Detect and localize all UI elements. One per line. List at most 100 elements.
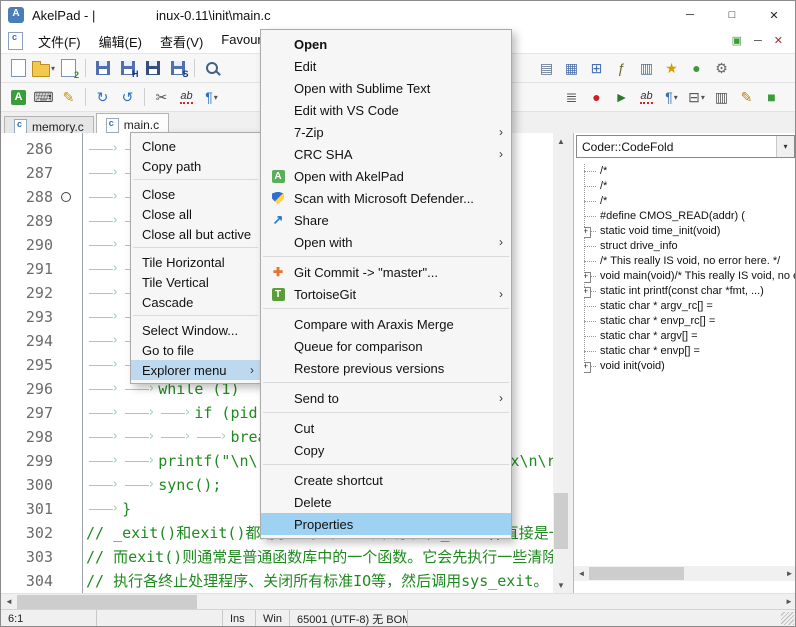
scroll-left-icon[interactable]: ◄	[1, 594, 17, 610]
codefold-item[interactable]: static char * argv_rc[] =	[584, 299, 796, 314]
recode-button[interactable]: ↻	[90, 85, 115, 109]
tabmenu-item-select-window[interactable]: Select Window...	[131, 320, 260, 340]
settings-button[interactable]: ⚙	[709, 56, 734, 80]
function-list-button[interactable]: ƒ	[609, 56, 634, 80]
tabmenu-item-close-all-but-active[interactable]: Close all but active	[131, 224, 260, 244]
line-number-gutter[interactable]: 2862872882892902912922932942952962972982…	[1, 133, 83, 593]
expand-plus-icon[interactable]: +	[584, 272, 591, 283]
vertical-scroll-thumb[interactable]	[554, 493, 568, 549]
horizontal-scroll-track[interactable]	[17, 594, 781, 610]
minimize-button[interactable]: ─	[669, 1, 711, 29]
shellmenu-item-tortoisegit[interactable]: TortoiseGit›	[261, 283, 511, 305]
show-whitespace-button[interactable]: ¶▾	[199, 85, 224, 109]
menu-v[interactable]: 查看(V)	[151, 32, 212, 51]
keyboard-layout-button[interactable]: ⌨	[31, 85, 56, 109]
codefold-item[interactable]: /*	[584, 164, 796, 179]
codefold-item[interactable]: /* This really IS void, no error here. *…	[584, 254, 796, 269]
shellmenu-item-open-with[interactable]: Open with›	[261, 231, 511, 253]
shellmenu-item-create-shortcut[interactable]: Create shortcut	[261, 469, 511, 491]
open-file-button-dropdown-icon[interactable]: ▾	[51, 64, 55, 73]
panel-horizontal-scrollbar[interactable]: ◄ ►	[574, 566, 796, 581]
shellmenu-item-copy[interactable]: Copy	[261, 439, 511, 461]
shellmenu-item-share[interactable]: Share	[261, 209, 511, 231]
shellmenu-item-compare-with-araxis-merge[interactable]: Compare with Araxis Merge	[261, 313, 511, 335]
open-file-button[interactable]: ▾	[31, 56, 56, 80]
shellmenu-item-send-to[interactable]: Send to›	[261, 387, 511, 409]
horizontal-scroll-thumb[interactable]	[17, 595, 197, 609]
menu-f[interactable]: 文件(F)	[29, 32, 90, 51]
codefold-item[interactable]: struct drive_info	[584, 239, 796, 254]
resize-grip[interactable]	[781, 612, 794, 625]
child-plugin-button[interactable]: ▣	[732, 36, 742, 47]
plugin-box-button[interactable]: ■	[759, 85, 784, 109]
shellmenu-item-open-with-sublime-text[interactable]: Open with Sublime Text	[261, 77, 511, 99]
panel-scroll-thumb[interactable]	[589, 567, 684, 580]
tabmenu-item-explorer-menu[interactable]: Explorer menu›	[131, 360, 260, 380]
codefold-item[interactable]: /*	[584, 179, 796, 194]
status-insert-mode[interactable]: Ins	[223, 610, 256, 627]
codefold-item[interactable]: static char * envp_rc[] =	[584, 314, 796, 329]
shellmenu-item-cut[interactable]: Cut	[261, 417, 511, 439]
code-fold-button[interactable]: ⊟▾	[684, 85, 709, 109]
templates-button[interactable]: ▥	[634, 56, 659, 80]
tabmenu-item-cascade[interactable]: Cascade	[131, 292, 260, 312]
shellmenu-item-open[interactable]: Open	[261, 33, 511, 55]
code-fold-button-dropdown-icon[interactable]: ▾	[701, 93, 705, 102]
qsearch-button[interactable]: A	[6, 85, 31, 109]
play-macro-button[interactable]: ►	[609, 85, 634, 109]
char-insert-button[interactable]: ab	[634, 85, 659, 109]
tabmenu-item-clone[interactable]: Clone	[131, 136, 260, 156]
expand-plus-icon[interactable]: +	[584, 362, 591, 373]
shellmenu-item-open-with-akelpad[interactable]: Open with AkelPad	[261, 165, 511, 187]
new-file-button[interactable]	[6, 56, 31, 80]
codefold-item[interactable]: +static int printf(const char *fmt, ...)	[584, 284, 796, 299]
document-system-icon[interactable]	[8, 32, 23, 50]
shellmenu-item-git-commit-master[interactable]: Git Commit -> "master"...	[261, 261, 511, 283]
shellmenu-item-queue-for-comparison[interactable]: Queue for comparison	[261, 335, 511, 357]
tabmenu-item-close[interactable]: Close	[131, 184, 260, 204]
shellmenu-item-restore-previous-versions[interactable]: Restore previous versions	[261, 357, 511, 379]
scroll-up-icon[interactable]: ▲	[553, 133, 569, 149]
reopen-file-button[interactable]: 2	[56, 56, 81, 80]
shellmenu-item-delete[interactable]: Delete	[261, 491, 511, 513]
plugins-button[interactable]: ●	[684, 56, 709, 80]
shellmenu-item-scan-with-microsoft-defender[interactable]: Scan with Microsoft Defender...	[261, 187, 511, 209]
tabmenu-item-close-all[interactable]: Close all	[131, 204, 260, 224]
find-button[interactable]	[199, 56, 224, 80]
save-copy-button[interactable]: S	[165, 56, 190, 80]
favorites-button[interactable]: ★	[659, 56, 684, 80]
expand-plus-icon[interactable]: +	[584, 287, 591, 298]
clipboard-list-button[interactable]: ≣	[559, 85, 584, 109]
scroll-left-icon[interactable]: ◄	[574, 566, 589, 581]
split-view-button[interactable]: ⊞	[584, 56, 609, 80]
highlight-grid-button[interactable]: ▥	[709, 85, 734, 109]
child-close-button[interactable]: ✕	[774, 36, 783, 47]
expand-plus-icon[interactable]: +	[584, 227, 591, 238]
scroll-right-icon[interactable]: ►	[781, 594, 796, 610]
record-macro-button[interactable]: ●	[584, 85, 609, 109]
codefold-item[interactable]: /*	[584, 194, 796, 209]
paragraph-button[interactable]: ¶▾	[659, 85, 684, 109]
editor-horizontal-scrollbar[interactable]: ◄ ►	[1, 593, 796, 609]
status-encoding[interactable]: 65001 (UTF-8) 无 BOM	[290, 610, 408, 627]
edit-pencil-button[interactable]: ✎	[734, 85, 759, 109]
tabmenu-item-go-to-file[interactable]: Go to file	[131, 340, 260, 360]
child-minimize-button[interactable]: ─	[754, 36, 762, 47]
shellmenu-item-edit[interactable]: Edit	[261, 55, 511, 77]
tabmenu-item-tile-vertical[interactable]: Tile Vertical	[131, 272, 260, 292]
codefold-item[interactable]: +void main(void)/* This really IS void, …	[584, 269, 796, 284]
scroll-down-icon[interactable]: ▼	[553, 577, 569, 593]
codefold-item[interactable]: static char * argv[] =	[584, 329, 796, 344]
shellmenu-item-properties[interactable]: Properties	[261, 513, 511, 535]
insert-table-button[interactable]: ▦	[559, 56, 584, 80]
shellmenu-item-edit-with-vs-code[interactable]: Edit with VS Code	[261, 99, 511, 121]
panel-scroll-track[interactable]	[589, 566, 782, 581]
save-button[interactable]	[90, 56, 115, 80]
highlight-pen-button[interactable]: ✎	[56, 85, 81, 109]
status-newline-format[interactable]: Win	[256, 610, 290, 627]
shellmenu-item-7-zip[interactable]: 7-Zip›	[261, 121, 511, 143]
close-button[interactable]: ✕	[753, 1, 795, 29]
save-all-button[interactable]	[140, 56, 165, 80]
recode-back-button[interactable]: ↺	[115, 85, 140, 109]
show-whitespace-button-dropdown-icon[interactable]: ▾	[214, 93, 218, 102]
